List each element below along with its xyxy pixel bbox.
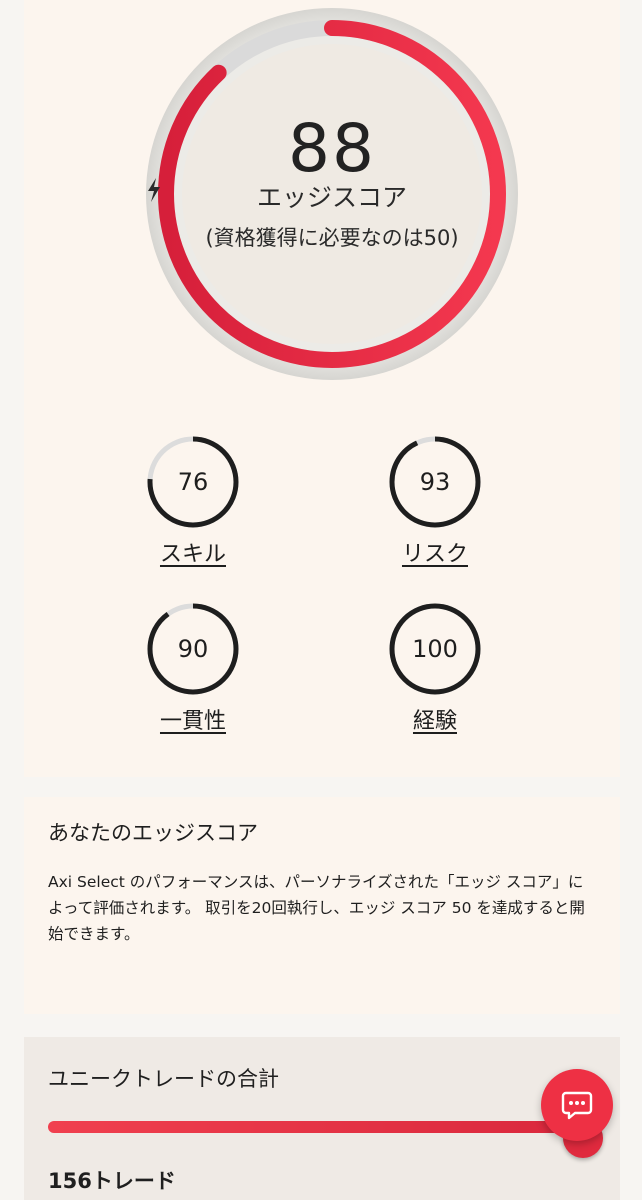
unique-trades-card: ユニークトレードの合計 156トレード [24,1037,620,1200]
lightning-bolt-icon [148,178,160,202]
chat-bubble-icon [561,1091,593,1120]
edge-score-label-right: スコア [332,183,408,212]
sub-score-experience[interactable]: 100 経験 [387,601,483,735]
description-body: Axi Select のパフォーマンスは、パーソナライズされた「エッジ スコア」… [48,873,585,943]
sub-score-consistency[interactable]: 90 一貫性 [145,601,241,735]
sub-score-skill[interactable]: 76 スキル [145,434,241,568]
description-title: あなたのエッジスコア [48,821,258,845]
unique-trades-count: 156トレード [48,1169,176,1193]
sub-score-value: 100 [412,635,458,663]
description-card: あなたのエッジスコア Axi Select のパフォーマンスは、パーソナライズさ… [24,797,620,1014]
gauge-text: 88 エッジ スコア (資格獲得に必要なのは50) [144,6,520,382]
edge-score-label-left: エッジ [256,183,332,212]
sub-score-value: 76 [177,468,209,496]
sub-score-risk[interactable]: 93 リスク [387,434,483,568]
risk-link[interactable]: リスク [387,536,483,568]
consistency-link[interactable]: 一貫性 [145,703,241,735]
experience-link[interactable]: 経験 [387,703,483,735]
unique-trades-progress-bar [48,1121,596,1133]
unique-trades-title: ユニークトレードの合計 [48,1067,279,1091]
edge-score-gauge: 88 エッジ スコア (資格獲得に必要なのは50) [144,6,520,382]
sub-score-value: 90 [177,635,209,663]
skill-link[interactable]: スキル [145,536,241,568]
edge-score-label: エッジ スコア [144,178,520,214]
edge-score-requirement: (資格獲得に必要なのは50) [205,226,459,250]
edge-score-value: 88 [288,110,376,187]
sub-score-value: 93 [419,468,451,496]
chat-button[interactable] [541,1069,613,1141]
